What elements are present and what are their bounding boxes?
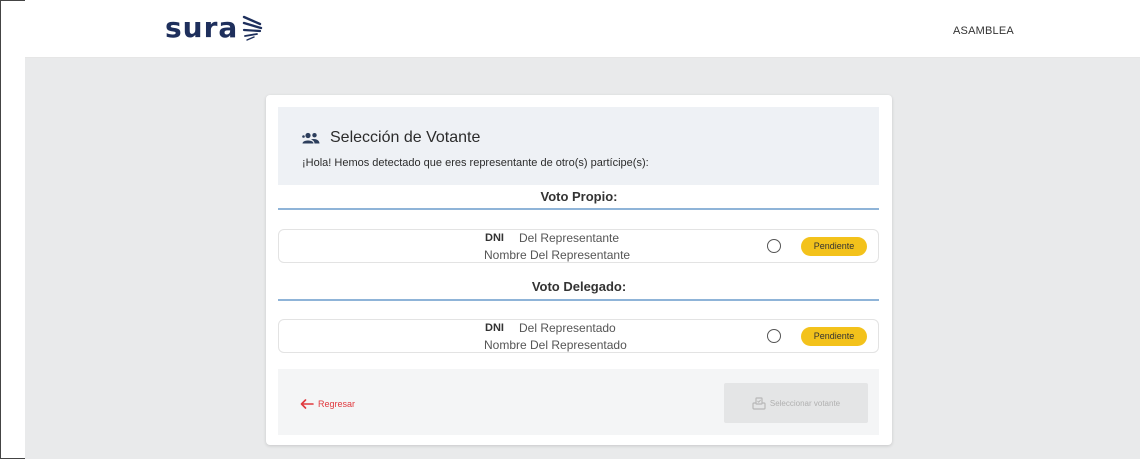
dni-label: DNI xyxy=(485,232,504,244)
section-divider xyxy=(278,299,879,301)
card-header: Selección de Votante ¡Hola! Hemos detect… xyxy=(278,107,879,185)
voter-row-propio[interactable]: DNI Del Representante Nombre Del Represe… xyxy=(278,229,879,263)
ballot-box-icon xyxy=(752,396,766,410)
top-bar: sura ASAMBLEA xyxy=(25,0,1140,58)
dni-label: DNI xyxy=(485,322,504,334)
nav-asamblea-link[interactable]: ASAMBLEA xyxy=(953,25,1014,37)
card-title-text: Selección de Votante xyxy=(330,129,481,146)
arrow-left-icon xyxy=(300,399,314,409)
sura-wing-logo-icon xyxy=(243,15,263,41)
voter-name: Nombre Del Representante xyxy=(484,248,631,262)
logo-text: sura xyxy=(165,11,239,44)
card-subtitle: ¡Hola! Hemos detectado que eres represen… xyxy=(302,157,649,169)
sura-logo[interactable]: sura xyxy=(165,14,264,42)
status-badge: Pendiente xyxy=(801,237,867,256)
section-title-voto-propio: Voto Propio: xyxy=(540,189,618,204)
voter-selection-card: Selección de Votante ¡Hola! Hemos detect… xyxy=(266,95,892,445)
dni-value: Del Representado xyxy=(519,321,616,335)
back-button-label: Regresar xyxy=(318,399,356,409)
select-voter-label: Seleccionar votante xyxy=(769,398,841,408)
people-icon xyxy=(302,132,320,144)
select-radio[interactable] xyxy=(767,239,781,253)
section-title-voto-delegado: Voto Delegado: xyxy=(531,279,627,294)
select-voter-button[interactable]: Seleccionar votante xyxy=(724,383,868,423)
voter-name: Nombre Del Representado xyxy=(484,338,627,352)
status-badge: Pendiente xyxy=(801,327,867,346)
card-footer: Regresar Seleccionar votante xyxy=(278,369,879,435)
section-divider xyxy=(278,208,879,210)
card-title: Selección de Votante xyxy=(302,129,480,147)
voter-row-delegado[interactable]: DNI Del Representado Nombre Del Represen… xyxy=(278,319,879,353)
dni-value: Del Representante xyxy=(519,231,620,245)
back-button[interactable]: Regresar xyxy=(300,399,355,409)
select-radio[interactable] xyxy=(767,329,781,343)
